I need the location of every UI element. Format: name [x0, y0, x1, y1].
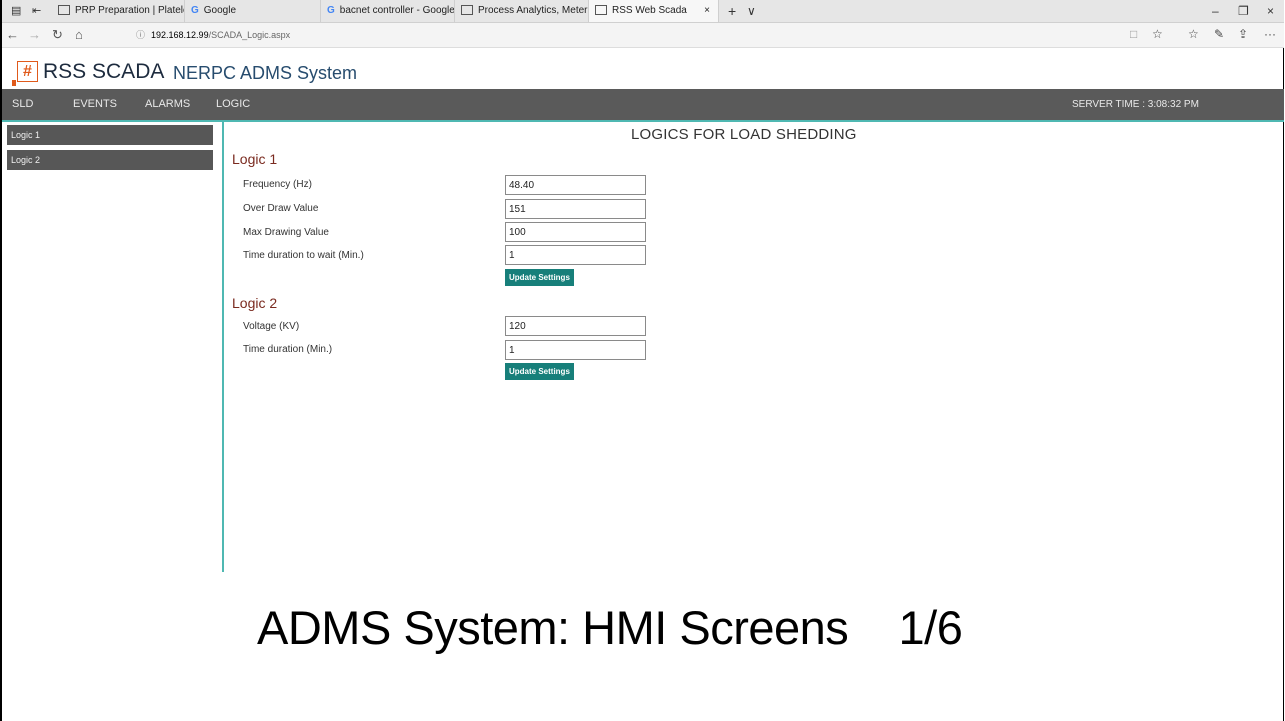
browser-tab-rss-web-scada[interactable]: RSS Web Scada ×: [589, 0, 719, 22]
page-icon: [595, 5, 607, 16]
set-aside-tabs-icon[interactable]: ⇤: [32, 4, 41, 17]
frequency-input[interactable]: [505, 175, 646, 195]
system-name: NERPC ADMS System: [173, 63, 358, 83]
browser-tab-google[interactable]: G Google: [185, 0, 321, 22]
max-drawing-label: Max Drawing Value: [243, 227, 329, 238]
nav-logic[interactable]: LOGIC: [216, 89, 250, 120]
sidebar: Logic 1 Logic 2: [2, 122, 224, 572]
url-host: 192.168.12.99: [151, 30, 209, 40]
max-drawing-input[interactable]: [505, 222, 646, 242]
share-icon[interactable]: ⇪: [1238, 27, 1248, 41]
logic-1-heading: Logic 1: [232, 151, 278, 167]
slide-caption: ADMS System: HMI Screens 1/6: [257, 601, 963, 654]
url-field[interactable]: ⓘ 192.168.12.99/SCADA_Logic.aspx: [136, 28, 290, 41]
voltage-input[interactable]: [505, 316, 646, 336]
back-arrow-icon[interactable]: ←: [6, 27, 19, 42]
url-path: /SCADA_Logic.aspx: [208, 30, 291, 40]
tab-label: bacnet controller - Google S: [339, 5, 455, 16]
page-icon: [58, 5, 70, 16]
update-settings-button-logic-2[interactable]: Update Settings: [505, 363, 574, 380]
web-notes-pen-icon[interactable]: ✎: [1214, 27, 1224, 41]
sidebar-item-logic-2[interactable]: Logic 2: [7, 150, 213, 170]
page-icon: [461, 5, 473, 16]
address-bar: ← → ↻ ⌂ ⓘ 192.168.12.99/SCADA_Logic.aspx …: [2, 23, 1284, 48]
time-duration-wait-input[interactable]: [505, 245, 646, 265]
logo-accent: [12, 80, 16, 86]
tab-label: Google: [203, 5, 237, 16]
voltage-label: Voltage (KV): [243, 321, 300, 332]
nav-sld[interactable]: SLD: [12, 89, 33, 120]
new-tab-button[interactable]: +: [728, 0, 736, 22]
browser-tab-process-analytics[interactable]: Process Analytics, Metering: [455, 0, 589, 22]
brand-title: RSS SCADA: [43, 60, 165, 83]
tab-label: RSS Web Scada: [612, 5, 687, 16]
close-window-icon[interactable]: ×: [1267, 0, 1274, 22]
tab-label: Process Analytics, Metering: [478, 5, 589, 16]
update-settings-button-logic-1[interactable]: Update Settings: [505, 269, 574, 286]
logic-2-heading: Logic 2: [232, 295, 278, 311]
tab-actions-icon[interactable]: ▤: [11, 4, 21, 17]
nav-events[interactable]: EVENTS: [73, 89, 117, 120]
main-nav-bar: SLD EVENTS ALARMS LOGIC SERVER TIME : 3:…: [2, 89, 1284, 122]
more-options-icon[interactable]: ···: [1264, 27, 1276, 41]
time-duration-wait-label: Time duration to wait (Min.): [243, 250, 364, 261]
forward-arrow-icon[interactable]: →: [28, 27, 41, 42]
page-title: LOGICS FOR LOAD SHEDDING: [631, 126, 857, 143]
frequency-label: Frequency (Hz): [243, 179, 312, 190]
close-tab-icon[interactable]: ×: [704, 0, 710, 22]
favorites-hub-icon[interactable]: ☆: [1188, 27, 1199, 41]
browser-tab-bar: ▤ ⇤ PRP Preparation | Platelet R G Google…: [2, 0, 1284, 23]
home-icon[interactable]: ⌂: [75, 27, 83, 42]
refresh-icon[interactable]: ↻: [52, 27, 63, 43]
restore-icon[interactable]: ❐: [1238, 0, 1249, 22]
browser-tab-prp[interactable]: PRP Preparation | Platelet R: [52, 0, 185, 22]
tab-label: PRP Preparation | Platelet R: [75, 5, 184, 16]
server-time: SERVER TIME : 3:08:32 PM: [1072, 99, 1199, 110]
favorite-star-icon[interactable]: ☆: [1152, 27, 1163, 41]
nav-alarms[interactable]: ALARMS: [145, 89, 190, 120]
rss-logo-icon: #: [17, 61, 38, 82]
time-duration-label: Time duration (Min.): [243, 344, 333, 355]
google-icon: G: [327, 5, 335, 16]
reading-view-icon[interactable]: □: [1130, 27, 1137, 41]
google-icon: G: [191, 5, 199, 16]
sidebar-item-logic-1[interactable]: Logic 1: [7, 125, 213, 145]
tab-menu-chevron-icon[interactable]: ∨: [747, 0, 756, 22]
over-draw-input[interactable]: [505, 199, 646, 219]
time-duration-input[interactable]: [505, 340, 646, 360]
browser-tab-bacnet[interactable]: Gbacnet controller - Google S: [321, 0, 455, 22]
over-draw-label: Over Draw Value: [243, 203, 319, 214]
site-info-icon[interactable]: ⓘ: [136, 30, 145, 40]
minimize-icon[interactable]: –: [1212, 0, 1219, 22]
